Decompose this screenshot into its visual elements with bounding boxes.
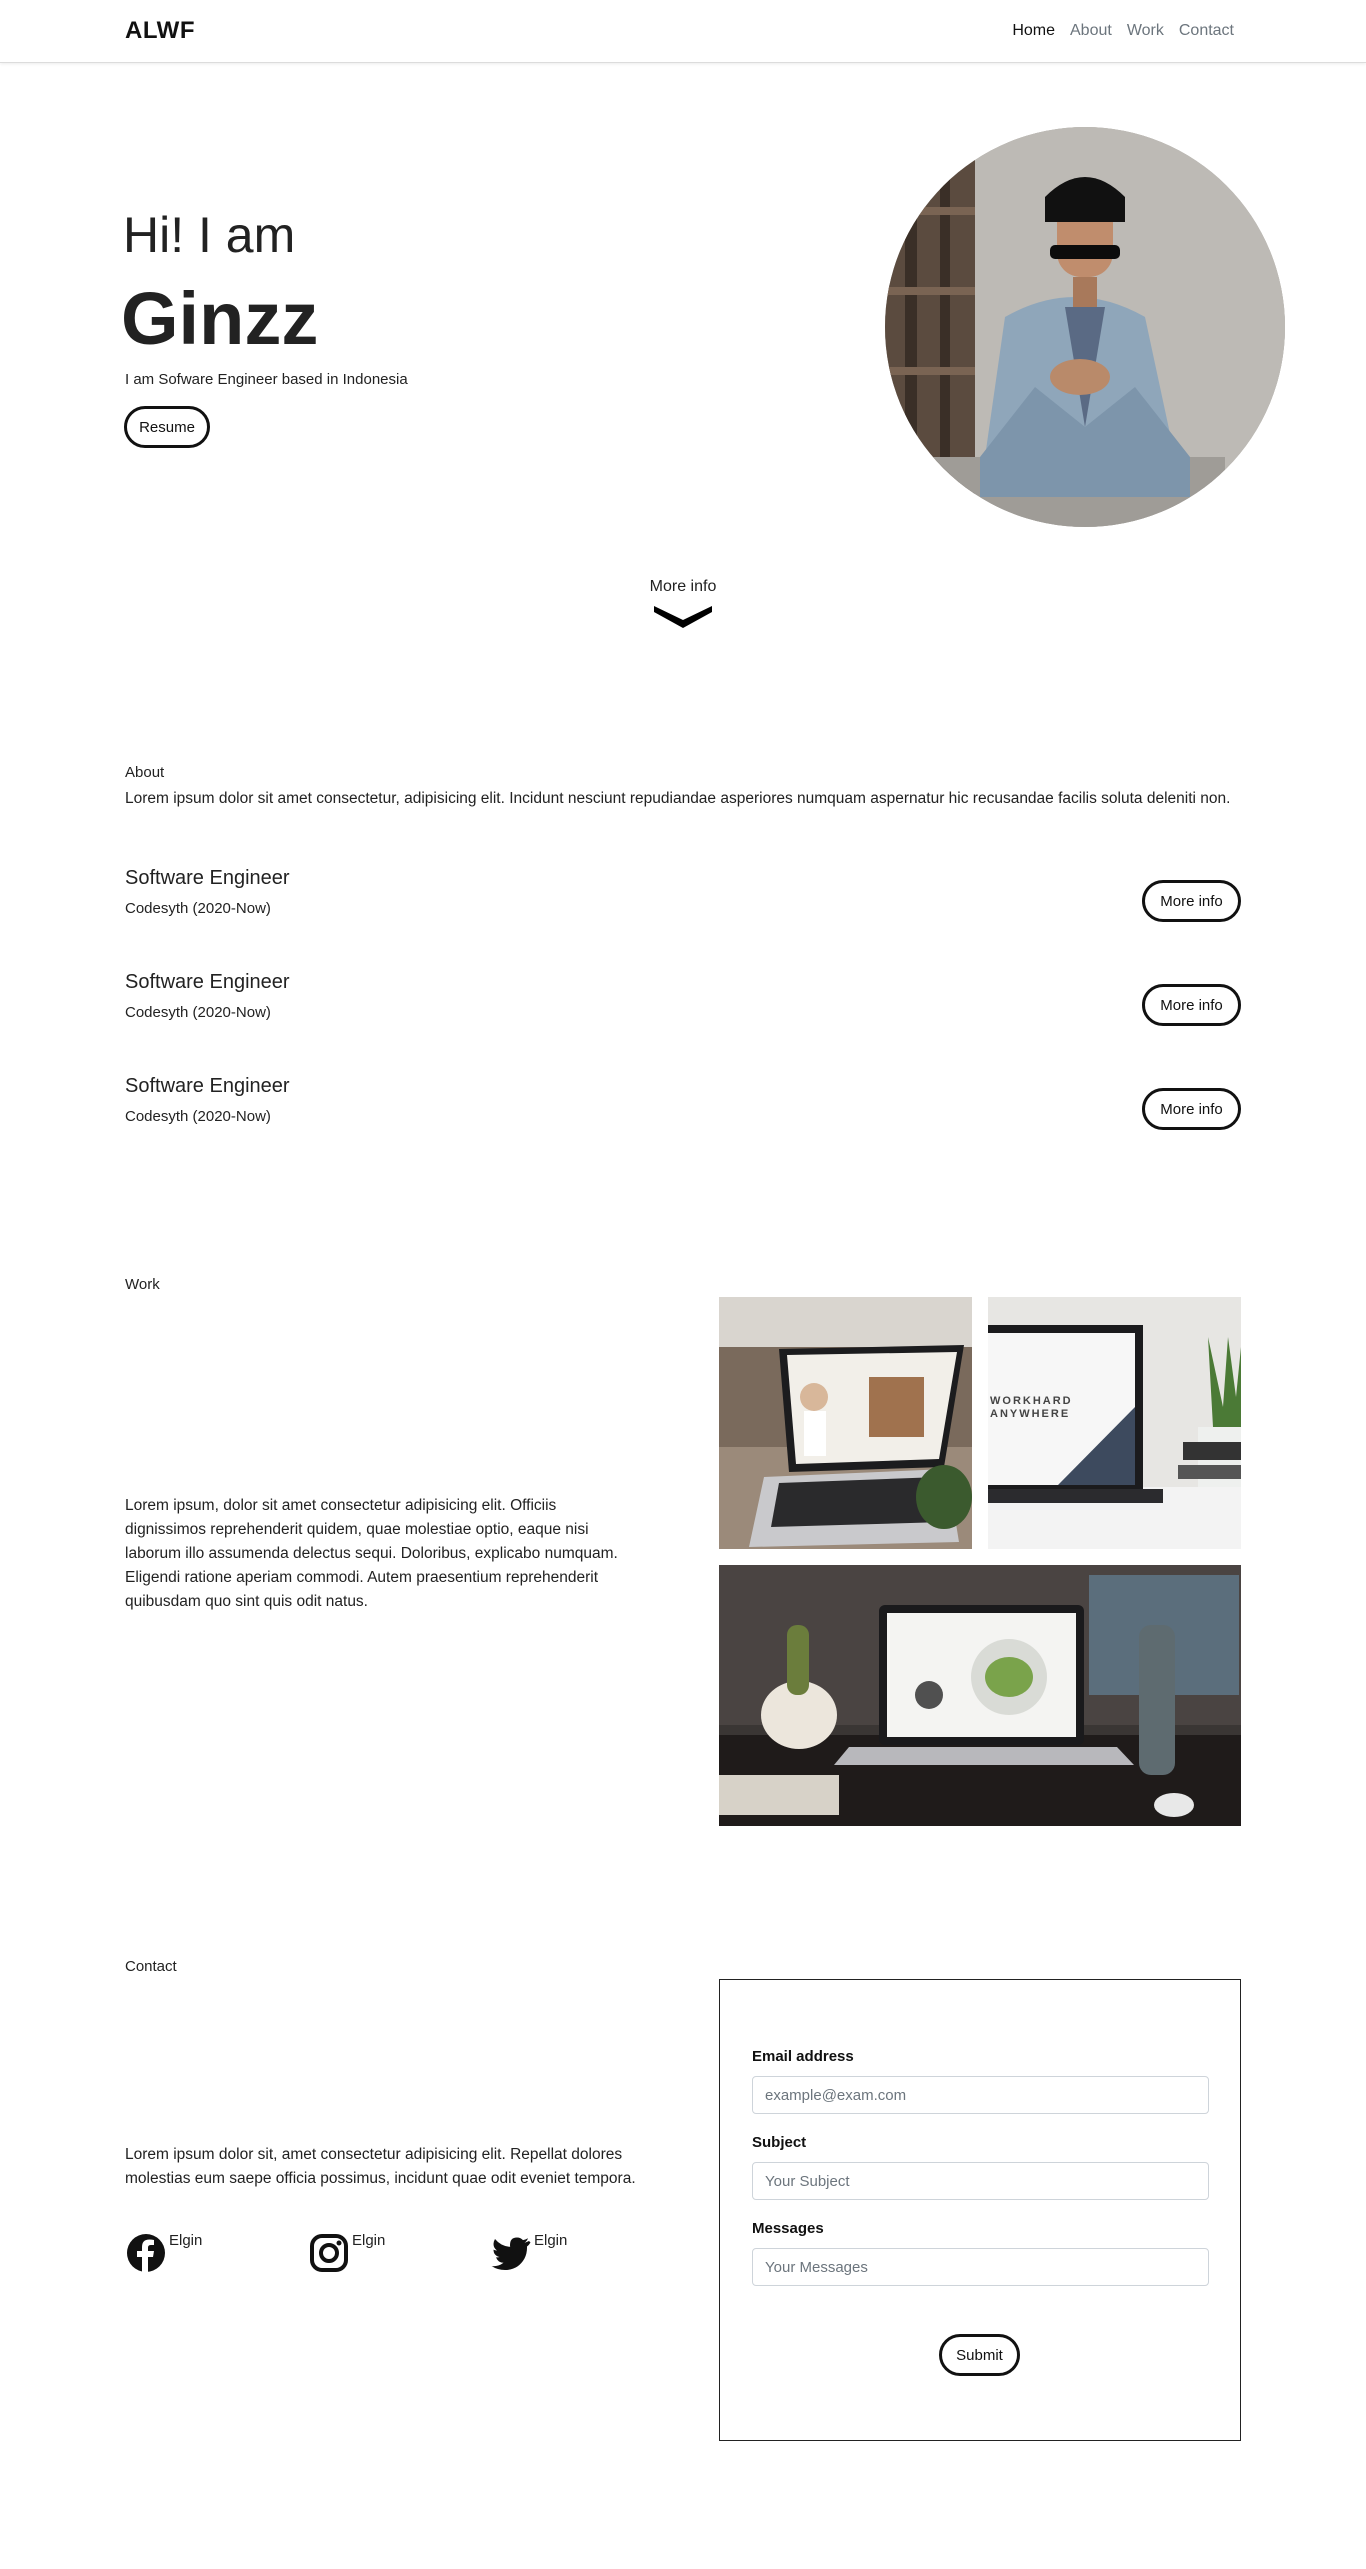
job-more-info-button[interactable]: More info: [1142, 1088, 1241, 1130]
navbar: ALWF Home About Work Contact: [0, 0, 1366, 63]
contact-form: Email address Subject Messages Submit: [719, 1979, 1241, 2441]
hero-subtitle: I am Sofware Engineer based in Indonesia: [125, 371, 408, 388]
job-more-info-button[interactable]: More info: [1142, 984, 1241, 1026]
contact-text: Lorem ipsum dolor sit, amet consectetur …: [125, 2146, 636, 2187]
social-instagram[interactable]: Elgin: [308, 2232, 385, 2274]
work-image-workhard-anywhere[interactable]: WORKHARD ANYWHERE: [988, 1297, 1241, 1549]
submit-button[interactable]: Submit: [939, 2334, 1020, 2376]
instagram-icon: [310, 2234, 348, 2272]
chevron-down-icon[interactable]: [652, 600, 714, 630]
facebook-icon: [127, 2234, 165, 2272]
job-company: Codesyth (2020-Now): [125, 1108, 271, 1125]
hero-name: Ginzz: [121, 277, 319, 360]
about-text: Lorem ipsum dolor sit amet consectetur, …: [125, 790, 1231, 807]
email-field[interactable]: [752, 2076, 1209, 2114]
social-instagram-handle: Elgin: [352, 2232, 386, 2249]
resume-button[interactable]: Resume: [124, 406, 210, 448]
work-image-caption: WORKHARD ANYWHERE: [990, 1395, 1073, 1420]
subject-label: Subject: [752, 2134, 807, 2151]
messages-label: Messages: [752, 2220, 824, 2237]
social-twitter-handle: Elgin: [534, 2232, 568, 2249]
job-title: Software Engineer: [125, 971, 290, 993]
nav-link-work[interactable]: Work: [1127, 22, 1164, 40]
nav-link-contact[interactable]: Contact: [1179, 22, 1234, 40]
social-facebook-handle: Elgin: [169, 2232, 203, 2249]
work-image-laptop-desk[interactable]: [719, 1565, 1241, 1826]
social-facebook[interactable]: Elgin: [125, 2232, 202, 2274]
hero-greeting: Hi! I am: [123, 207, 296, 263]
job-title: Software Engineer: [125, 1075, 290, 1097]
twitter-icon: [491, 2237, 531, 2270]
work-section-label: Work: [125, 1276, 160, 1293]
job-title: Software Engineer: [125, 867, 290, 889]
messages-field[interactable]: [752, 2248, 1209, 2286]
more-info-link[interactable]: More info: [0, 578, 1366, 596]
nav-link-about[interactable]: About: [1070, 22, 1112, 40]
job-company: Codesyth (2020-Now): [125, 1004, 271, 1021]
email-label: Email address: [752, 2048, 854, 2065]
job-more-info-button[interactable]: More info: [1142, 880, 1241, 922]
social-twitter[interactable]: Elgin: [490, 2232, 567, 2274]
job-company: Codesyth (2020-Now): [125, 900, 271, 917]
about-section-label: About: [125, 764, 165, 781]
contact-section-label: Contact: [125, 1958, 177, 1975]
profile-photo: [885, 127, 1285, 527]
work-image-laptop-furniture[interactable]: [719, 1297, 972, 1549]
brand-logo[interactable]: ALWF: [125, 17, 195, 45]
work-text: Lorem ipsum, dolor sit amet consectetur …: [125, 1497, 618, 1610]
subject-field[interactable]: [752, 2162, 1209, 2200]
nav-link-home[interactable]: Home: [1012, 22, 1055, 40]
nav-links: Home About Work Contact: [1012, 22, 1234, 40]
